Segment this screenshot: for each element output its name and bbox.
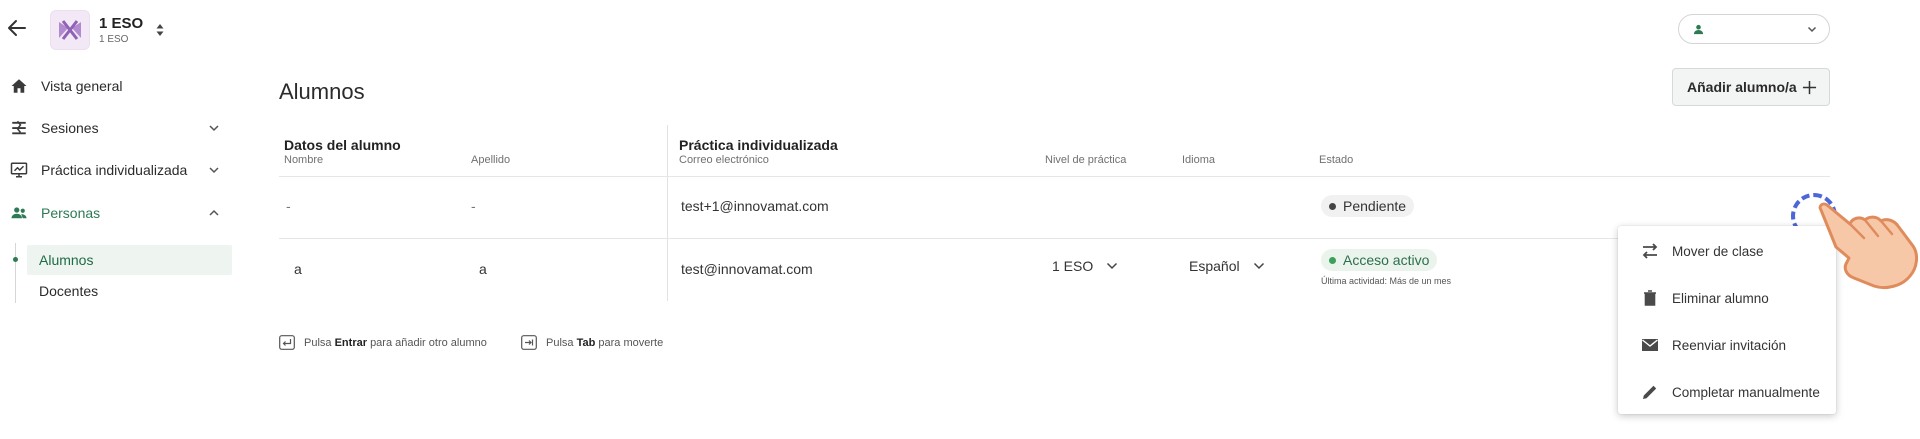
tab-key-icon (521, 335, 537, 350)
menu-item-label: Reenviar invitación (1672, 337, 1787, 353)
hint-enter-prefix: Pulsa (304, 336, 332, 349)
sidebar-subitem-docentes[interactable]: Docentes (27, 276, 232, 306)
practice-level-value: 1 ESO (1052, 258, 1094, 274)
cell-nombre[interactable]: a (294, 261, 302, 277)
menu-item-completar-manualmente[interactable]: Completar manualmente (1618, 372, 1836, 412)
students-table: Datos del alumno Práctica individualizad… (279, 125, 1830, 301)
column-group-divider (667, 125, 668, 301)
home-icon (11, 79, 27, 93)
class-avatar (50, 10, 90, 50)
mail-icon (1642, 339, 1658, 351)
class-title: 1 ESO (99, 14, 144, 32)
class-switcher[interactable]: 1 ESO 1 ESO (50, 10, 165, 50)
submenu-line (15, 243, 16, 303)
add-student-button[interactable]: Añadir alumno/a (1672, 68, 1830, 106)
sidebar-subitem-alumnos[interactable]: Alumnos (27, 245, 232, 275)
column-header-idioma: Idioma (1182, 154, 1216, 166)
hint-tab: Pulsa Tab para moverte (521, 335, 663, 350)
class-subtitle: 1 ESO (99, 33, 129, 45)
trash-icon (1644, 290, 1656, 306)
sidebar-item-label: Personas (41, 205, 101, 221)
chevron-down-icon (1253, 262, 1264, 270)
hint-enter-key: Entrar (334, 336, 367, 349)
sidebar-item-label: Práctica individualizada (41, 162, 188, 178)
back-arrow-icon[interactable] (5, 16, 29, 40)
pencil-icon (1643, 385, 1657, 399)
language-select[interactable]: Español (1189, 258, 1266, 274)
sidebar-item-label: Sesiones (41, 120, 99, 136)
active-indicator-dot (13, 257, 18, 262)
menu-item-mover-de-clase[interactable]: Mover de clase (1618, 231, 1836, 271)
swap-icon (1642, 243, 1658, 259)
sidebar-item-sesiones[interactable]: Sesiones (0, 114, 234, 142)
user-icon (1693, 24, 1704, 35)
plus-icon (1802, 80, 1817, 95)
hint-tab-prefix: Pulsa (546, 336, 574, 349)
sidebar-item-label: Vista general (41, 78, 123, 94)
status-dot (1329, 256, 1336, 264)
practice-icon (10, 162, 28, 178)
sidebar-subitem-label: Alumnos (39, 252, 94, 268)
page-title: Alumnos (279, 79, 365, 104)
cell-correo[interactable]: test+1@innovamat.com (681, 198, 829, 214)
enter-key-icon (279, 335, 295, 350)
class-logo-icon (59, 20, 81, 40)
row-context-menu: Mover de clase Eliminar alumno Reenviar … (1618, 226, 1836, 414)
hint-tab-key: Tab (576, 336, 596, 349)
row-divider (279, 238, 1830, 239)
menu-item-reenviar-invitacion[interactable]: Reenviar invitación (1618, 325, 1836, 365)
group-header-student-data: Datos del alumno (284, 137, 401, 153)
sidebar-item-vista-general[interactable]: Vista general (0, 72, 234, 100)
chevron-down-icon (1807, 26, 1817, 33)
last-activity-text: Última actividad: Más de un mes (1321, 276, 1452, 286)
sessions-icon (12, 120, 26, 135)
cell-correo[interactable]: test@innovamat.com (681, 261, 813, 277)
cell-nombre[interactable]: - (286, 198, 291, 214)
user-menu-dropdown[interactable] (1678, 14, 1830, 44)
menu-item-label: Completar manualmente (1672, 384, 1820, 400)
column-header-nivel: Nivel de práctica (1045, 154, 1127, 166)
sidebar-item-personas[interactable]: Personas (0, 199, 234, 227)
sidebar-subitem-label: Docentes (39, 283, 99, 299)
language-value: Español (1189, 258, 1240, 274)
add-student-button-label: Añadir alumno/a (1687, 79, 1797, 95)
menu-item-label: Mover de clase (1672, 243, 1764, 259)
people-icon (11, 207, 27, 219)
column-header-nombre: Nombre (284, 154, 324, 166)
hint-tab-suffix: para moverte (598, 336, 664, 349)
status-label: Acceso activo (1343, 252, 1430, 268)
status-badge: Pendiente (1321, 195, 1415, 217)
chevron-down-icon (1107, 262, 1118, 270)
pointing-hand-icon (1818, 202, 1919, 290)
status-badge: Acceso activo (1321, 249, 1438, 271)
column-header-correo: Correo electrónico (679, 154, 769, 166)
column-header-estado: Estado (1319, 154, 1354, 166)
sidebar-item-practica-individualizada[interactable]: Práctica individualizada (0, 156, 234, 184)
menu-item-label: Eliminar alumno (1672, 290, 1769, 306)
status-dot (1329, 202, 1336, 210)
group-header-practice: Práctica individualizada (679, 137, 838, 153)
chevron-down-icon (209, 167, 219, 174)
practice-level-select[interactable]: 1 ESO (1052, 258, 1119, 274)
hint-enter-suffix: para añadir otro alumno (370, 336, 487, 349)
sort-updown-icon (156, 24, 164, 36)
header-divider (279, 176, 1830, 177)
cell-apellido[interactable]: a (479, 261, 487, 277)
status-label: Pendiente (1343, 198, 1407, 214)
chevron-down-icon (209, 125, 219, 132)
hint-enter: Pulsa Entrar para añadir otro alumno (279, 335, 487, 350)
column-header-apellido: Apellido (471, 154, 511, 166)
chevron-up-icon (209, 209, 219, 216)
cell-apellido[interactable]: - (471, 198, 476, 214)
menu-item-eliminar-alumno[interactable]: Eliminar alumno (1618, 278, 1836, 318)
